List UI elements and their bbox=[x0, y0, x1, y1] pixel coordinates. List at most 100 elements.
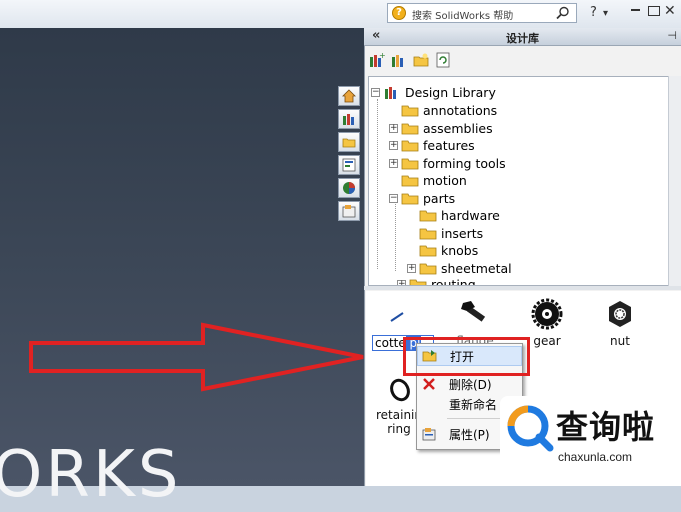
new-folder-icon bbox=[413, 53, 429, 67]
tree-item-label: features bbox=[423, 138, 475, 153]
home-icon bbox=[342, 89, 356, 103]
view-palette-tab[interactable] bbox=[338, 155, 360, 175]
library-tree[interactable]: − Design Library annotations + assemblies +… bbox=[368, 76, 681, 286]
panel-title: 设计库 bbox=[506, 32, 539, 45]
design-library-tab[interactable] bbox=[338, 109, 360, 129]
tree-item-label: hardware bbox=[441, 208, 500, 223]
menu-item-delete[interactable]: 删除(D) bbox=[417, 374, 522, 394]
custom-properties-tab[interactable] bbox=[338, 201, 360, 221]
tree-item-inserts[interactable]: inserts bbox=[407, 225, 483, 242]
tree-root[interactable]: − Design Library bbox=[371, 84, 496, 101]
custom-properties-icon bbox=[342, 205, 356, 218]
item-cotter-pin[interactable] bbox=[367, 294, 427, 334]
tree-item-label: forming tools bbox=[423, 155, 506, 171]
folder-icon bbox=[419, 245, 437, 257]
brand-url: chaxunla.com bbox=[558, 450, 633, 464]
tree-item-motion[interactable]: motion bbox=[389, 172, 467, 189]
design-library-icon bbox=[385, 87, 396, 99]
home-tab[interactable] bbox=[338, 86, 360, 106]
cotter-pin-thumbnail bbox=[390, 312, 404, 322]
top-toolbar bbox=[0, 0, 681, 29]
add-to-library-icon: + bbox=[370, 52, 385, 67]
tree-item-label: knobs bbox=[441, 243, 479, 258]
bolt-thumbnail bbox=[461, 301, 486, 322]
folder-icon bbox=[401, 105, 419, 117]
folder-icon bbox=[419, 263, 437, 274]
tree-item-sheetmetal[interactable]: + sheetmetal bbox=[407, 260, 512, 277]
tree-expander[interactable]: + bbox=[407, 263, 416, 273]
folder-icon bbox=[401, 158, 419, 169]
item-nut[interactable]: nut bbox=[590, 294, 650, 348]
view-palette-icon bbox=[342, 158, 356, 172]
folder-icon bbox=[401, 123, 419, 134]
solidworks-watermark: ORKS bbox=[0, 438, 182, 512]
folder-icon bbox=[342, 138, 356, 148]
tree-item-label: routing bbox=[431, 277, 476, 286]
minimize-icon[interactable] bbox=[631, 9, 640, 11]
tree-item-routing[interactable]: + routing bbox=[397, 276, 476, 286]
help-button[interactable]: ? bbox=[590, 5, 597, 20]
folder-icon bbox=[401, 140, 419, 152]
add-file-location-button[interactable] bbox=[390, 51, 408, 69]
file-explorer-tab[interactable] bbox=[338, 132, 360, 152]
folder-icon bbox=[401, 193, 419, 204]
tree-expander[interactable]: + bbox=[389, 141, 398, 150]
tree-item-annotations[interactable]: annotations bbox=[389, 102, 497, 119]
red-highlight-box bbox=[403, 337, 530, 376]
graphics-area[interactable] bbox=[0, 28, 365, 486]
panel-title-bar: « 设计库 ⊣ bbox=[364, 28, 681, 46]
pin-icon[interactable]: ⊣ bbox=[667, 29, 677, 42]
tree-item-label: inserts bbox=[441, 225, 484, 241]
menu-item-label: 删除(D) bbox=[449, 377, 492, 392]
library-toolbar: + bbox=[368, 51, 452, 71]
delete-icon bbox=[423, 378, 435, 390]
help-search-box[interactable]: ? 搜索 SolidWorks 帮助 bbox=[387, 3, 577, 23]
red-arrow-annotation bbox=[29, 322, 364, 392]
help-question-icon: ? bbox=[392, 6, 406, 20]
tree-expander bbox=[389, 176, 398, 185]
tree-item-hardware[interactable]: hardware bbox=[407, 207, 500, 224]
appearances-icon bbox=[343, 182, 355, 194]
search-icon[interactable] bbox=[556, 6, 570, 20]
tree-expander[interactable]: − bbox=[371, 88, 380, 97]
retaining-ring-thumbnail bbox=[390, 378, 410, 402]
magnifier-logo-icon bbox=[507, 405, 554, 452]
tree-item-assemblies[interactable]: + assemblies bbox=[389, 120, 493, 137]
refresh-button[interactable] bbox=[434, 51, 452, 69]
tree-expander bbox=[407, 211, 416, 220]
restore-icon[interactable] bbox=[648, 6, 660, 16]
properties-icon bbox=[422, 428, 436, 441]
brand-chinese-name: 查询啦 bbox=[556, 408, 656, 446]
tree-root-label: Design Library bbox=[405, 85, 496, 100]
tree-item-label: motion bbox=[423, 173, 467, 188]
tree-expander[interactable]: + bbox=[389, 123, 398, 133]
tree-expander[interactable]: − bbox=[389, 193, 398, 203]
tree-item-features[interactable]: + features bbox=[389, 137, 475, 154]
tree-item-label: annotations bbox=[423, 103, 498, 118]
tree-item-label: assemblies bbox=[423, 120, 493, 136]
menu-item-label: 重新命名 bbox=[449, 397, 498, 412]
tree-item-knobs[interactable]: knobs bbox=[407, 242, 478, 259]
panel-splitter[interactable] bbox=[364, 286, 681, 290]
add-file-location-icon bbox=[392, 55, 403, 67]
tree-expander bbox=[407, 246, 416, 255]
menu-item-label: 属性(P) bbox=[449, 427, 490, 442]
folder-icon bbox=[419, 210, 437, 222]
design-library-icon bbox=[343, 114, 354, 125]
refresh-icon bbox=[436, 52, 450, 68]
create-new-folder-button[interactable] bbox=[412, 51, 430, 69]
tree-item-parts[interactable]: − parts bbox=[389, 190, 455, 207]
tree-item-forming-tools[interactable]: + forming tools bbox=[389, 155, 506, 172]
tree-expander[interactable]: + bbox=[389, 158, 398, 168]
folder-icon bbox=[419, 228, 437, 239]
search-placeholder: 搜索 SolidWorks 帮助 bbox=[412, 11, 514, 22]
add-to-library-button[interactable]: + bbox=[368, 51, 386, 69]
appearances-tab[interactable] bbox=[338, 178, 360, 198]
tree-scrollbar[interactable] bbox=[668, 76, 681, 286]
brand-logo: 查询啦 chaxunla.com bbox=[500, 396, 671, 468]
help-dropdown-icon[interactable]: ▾ bbox=[603, 8, 608, 19]
tree-item-label: parts bbox=[423, 190, 456, 206]
svg-text:+: + bbox=[379, 52, 385, 60]
tree-item-label: sheetmetal bbox=[441, 260, 512, 276]
close-icon[interactable]: ✕ bbox=[664, 3, 676, 19]
